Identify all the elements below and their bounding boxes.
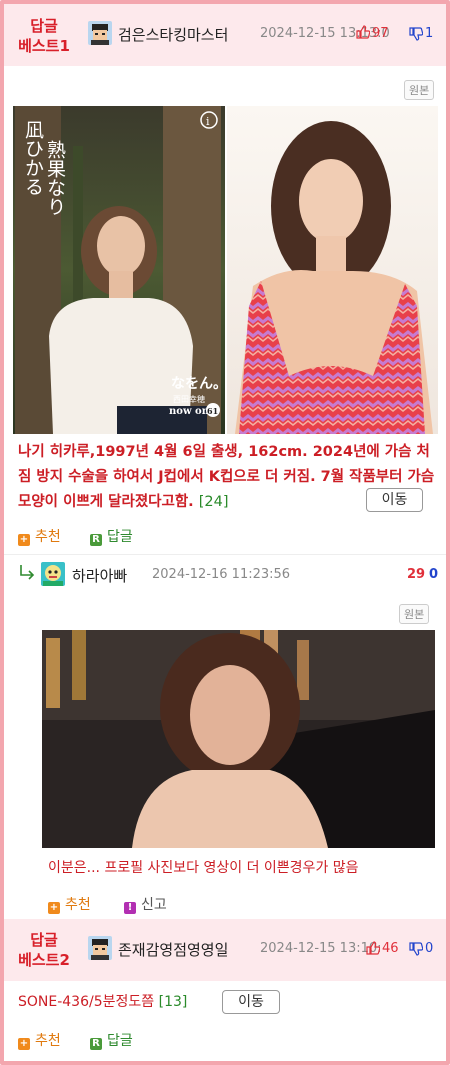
reply-r-icon: R: [90, 1038, 102, 1050]
reply1-report-button[interactable]: ! 신고: [124, 894, 167, 914]
reply1-recommend-label: 추천: [65, 897, 91, 913]
reply1-image[interactable]: [42, 630, 435, 848]
post1-recommend-label: 추천: [35, 529, 61, 545]
thumb-down-icon[interactable]: [409, 26, 424, 45]
svg-text:なをん。: なをん。: [171, 376, 227, 392]
post2-move-button[interactable]: 이동: [222, 990, 280, 1014]
post2-best-badge: 답글 베스트2: [8, 930, 80, 970]
page-frame: 답글 베스트1 검은스타킹마스터 2024-12-15 13:13:0 97 1…: [0, 0, 450, 1065]
avatar[interactable]: [88, 936, 112, 960]
avatar[interactable]: [88, 21, 112, 45]
post1-recommend-button[interactable]: + 추천: [18, 526, 61, 546]
svg-text:西田幸穂: 西田幸穂: [173, 394, 205, 404]
post1-reply-label: 답글: [107, 529, 133, 545]
post1-likes: 97: [372, 26, 389, 41]
post2-date: 2024-12-15 13:10:: [260, 941, 382, 956]
reply-r-icon: R: [90, 534, 102, 546]
post1-reply-button[interactable]: R 답글: [90, 526, 133, 546]
original-button[interactable]: 원본: [399, 604, 430, 624]
post1-badge-line1: 답글: [30, 17, 58, 35]
post1-comment-count[interactable]: [24]: [199, 494, 229, 510]
image-left-title-text: 熟果なり: [44, 140, 66, 216]
reply-arrow-icon: [18, 564, 36, 584]
plus-icon: +: [18, 1038, 30, 1050]
divider: [4, 554, 446, 555]
post2-dislikes: 0: [425, 941, 434, 956]
post2-reply-label: 답글: [107, 1033, 133, 1049]
reply1-likes: 29: [407, 567, 426, 582]
post1-move-button[interactable]: 이동: [366, 488, 423, 512]
reply1-recommend-button[interactable]: + 추천: [48, 894, 91, 914]
reply1-report-label: 신고: [141, 897, 167, 913]
post1-best-badge: 답글 베스트1: [8, 16, 80, 56]
post2-badge-line2: 베스트2: [18, 951, 70, 969]
svg-text:凪ひかる: 凪ひかる: [22, 120, 44, 196]
svg-text:now on: now on: [169, 406, 210, 417]
post2-reply-button[interactable]: R 답글: [90, 1030, 133, 1050]
post2-recommend-button[interactable]: + 추천: [18, 1030, 61, 1050]
reply1-caption: 이분은... 프로필 사진보다 영상이 더 이쁜경우가 많음: [48, 860, 359, 876]
plus-icon: +: [48, 902, 60, 914]
post1-image[interactable]: 熟果なり 凪ひかる i なをん。 西田幸穂 now on 61: [13, 106, 438, 434]
post1-badge-line2: 베스트1: [18, 37, 70, 55]
thumb-down-icon[interactable]: [409, 941, 424, 960]
post1-date: 2024-12-15 13:13:0: [260, 26, 390, 41]
reply1-author[interactable]: 하라아빠: [72, 565, 127, 586]
svg-text:61: 61: [207, 406, 218, 416]
original-button[interactable]: 원본: [404, 80, 435, 100]
thumb-up-icon[interactable]: [356, 24, 371, 43]
post1-author[interactable]: 검은스타킹마스터: [118, 24, 228, 45]
post2-comment-count[interactable]: [13]: [159, 994, 188, 1010]
post2-title-text: SONE-436/5분정도쯤: [18, 994, 155, 1010]
thumb-up-icon[interactable]: [366, 940, 381, 959]
report-icon: !: [124, 902, 136, 914]
reply1-date: 2024-12-16 11:23:56: [152, 567, 291, 582]
svg-text:i: i: [206, 115, 210, 128]
avatar[interactable]: [41, 562, 65, 586]
reply1-dislikes: 0: [429, 567, 439, 582]
post2-author[interactable]: 존재감영점영영일: [118, 939, 228, 960]
post1-header: 답글 베스트1 검은스타킹마스터 2024-12-15 13:13:0 97 1: [4, 4, 446, 66]
post2-header: 답글 베스트2 존재감영점영영일 2024-12-15 13:10: 46 0: [4, 919, 446, 981]
plus-icon: +: [18, 534, 30, 546]
post2-badge-line1: 답글: [30, 931, 58, 949]
post2-recommend-label: 추천: [35, 1033, 61, 1049]
post2-likes: 46: [382, 941, 399, 956]
post1-dislikes: 1: [425, 26, 434, 41]
